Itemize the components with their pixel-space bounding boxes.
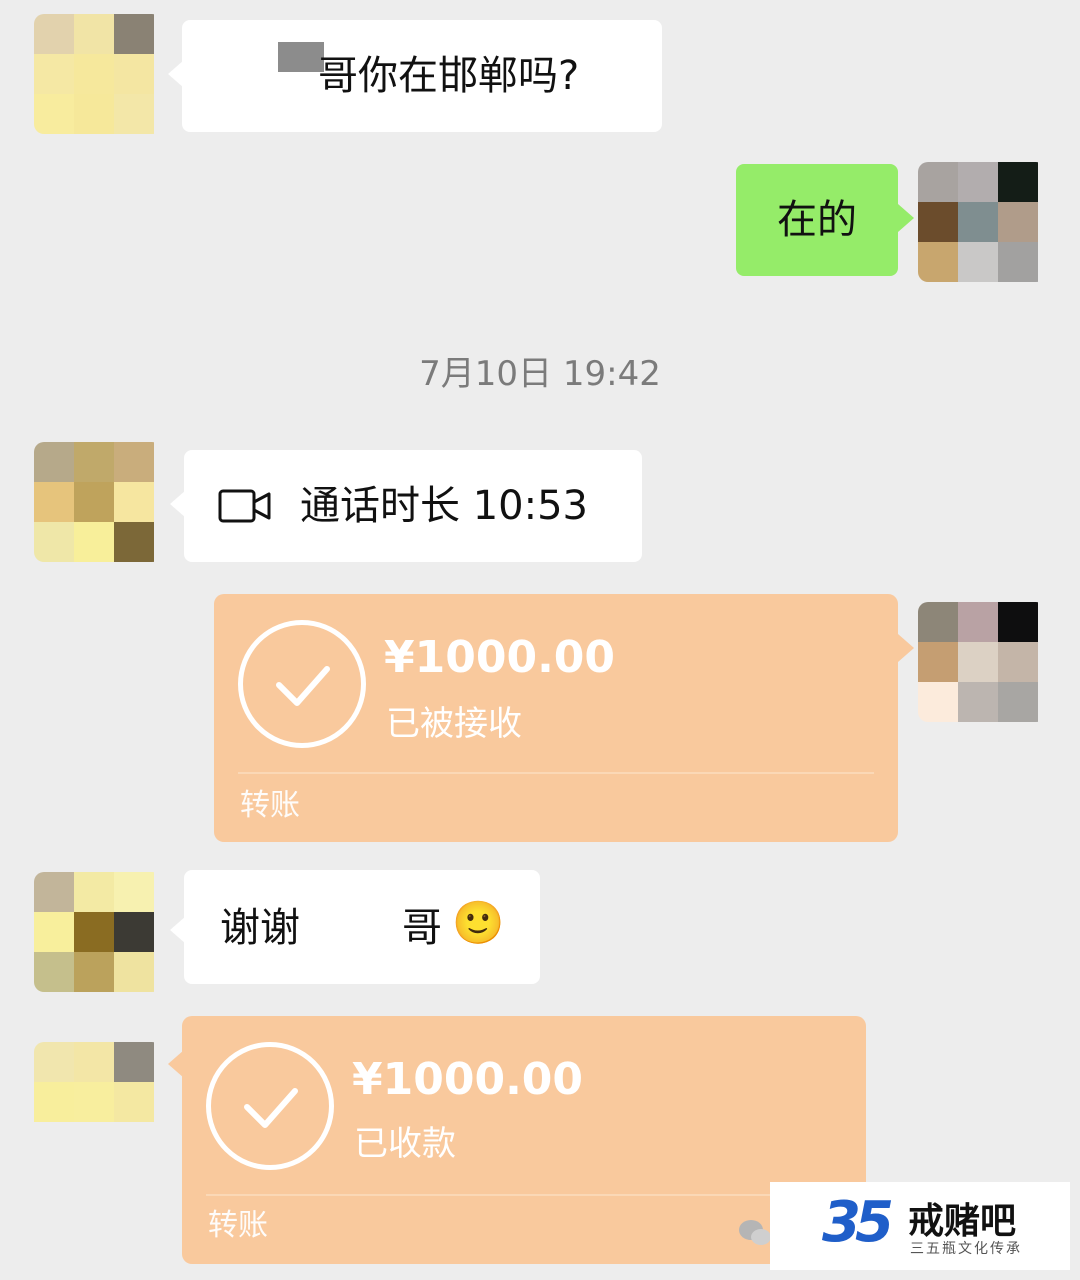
bubble-tail [898,204,914,232]
message-text-part: 谢谢 [220,905,300,951]
transfer-amount: ¥1000.00 [352,1054,584,1105]
transfer-label: 转账 [208,1208,268,1243]
transfer-card[interactable]: ¥1000.00 已被接收 转账 [214,594,898,842]
contact-avatar[interactable] [34,442,162,562]
watermark-logo: 35 戒赌吧 三五瓶文化传承 [770,1182,1070,1270]
contact-avatar[interactable] [34,14,162,134]
wechat-icon [739,1220,771,1245]
divider [238,772,874,774]
watermark-number: 35 [822,1190,894,1255]
message-text-part: 哥 [402,905,442,951]
transfer-status: 已被接收 [386,704,522,744]
divider [206,1194,842,1196]
emoji-icon: 🙂 [452,898,505,947]
video-call-icon [218,489,271,523]
message-text: 哥你在邯郸吗? [318,53,580,99]
message-bubble-incoming[interactable]: 哥你在邯郸吗? [182,20,662,132]
transfer-amount: ¥1000.00 [384,632,616,683]
call-record-bubble[interactable]: 通话时长 10:53 [184,450,642,562]
bubble-tail [898,634,914,662]
contact-avatar[interactable] [34,872,162,992]
watermark-title: 戒赌吧 [908,1201,1017,1242]
call-duration-text: 通话时长 10:53 [300,483,588,529]
message-bubble-incoming[interactable]: 谢谢 哥 🙂 [184,870,540,984]
transfer-status: 已收款 [354,1124,456,1164]
watermark-subtitle: 三五瓶文化传承 [910,1241,1022,1257]
timestamp: 7月10日 19:42 [419,354,661,394]
contact-avatar[interactable] [34,1042,162,1162]
message-text: 在的 [777,197,857,243]
my-avatar[interactable] [918,602,1046,722]
transfer-label: 转账 [240,788,300,823]
check-circle-icon [206,1042,334,1170]
my-avatar[interactable] [918,162,1046,282]
message-bubble-outgoing[interactable]: 在的 [736,164,898,276]
check-circle-icon [238,620,366,748]
